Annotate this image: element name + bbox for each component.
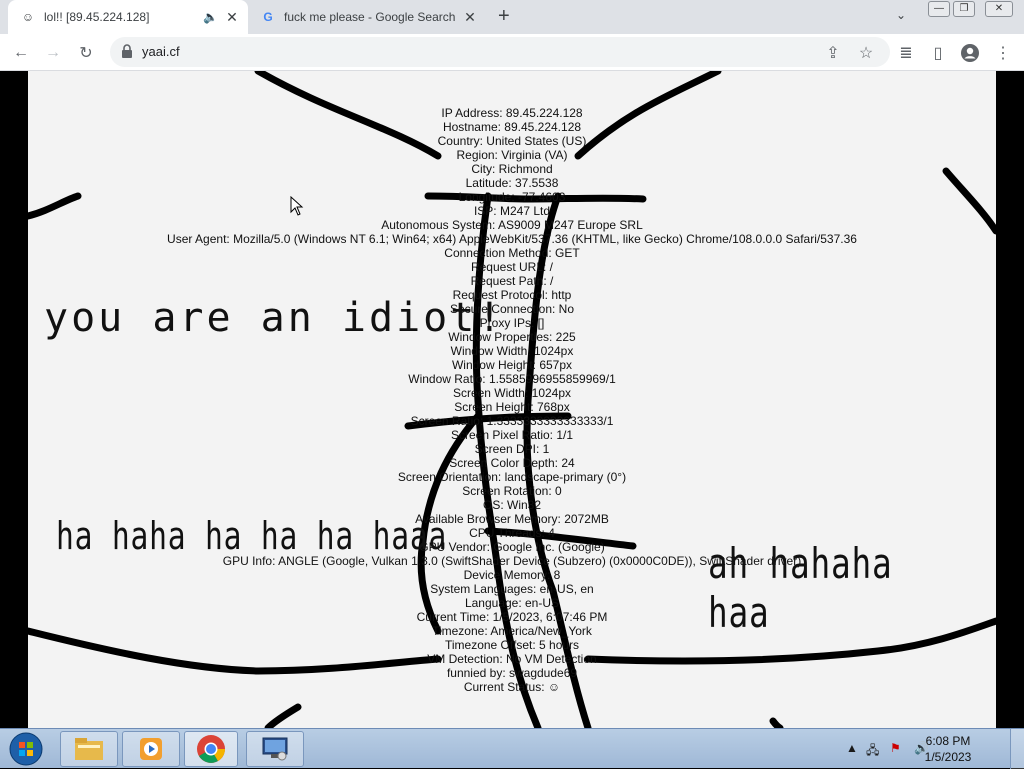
kebab-menu-icon[interactable]: ⋮ <box>990 40 1016 66</box>
tab-close-icon[interactable]: ✕ <box>462 9 478 25</box>
reload-icon[interactable]: ↻ <box>73 40 99 66</box>
profile-avatar-icon[interactable] <box>957 40 983 66</box>
close-window-button[interactable]: ✕ <box>985 1 1013 17</box>
info-line: Screen Orientation: landscape-primary (0… <box>397 470 627 484</box>
info-line: Screen Ratio: 1.3333333333333333/1 <box>410 414 614 428</box>
network-tray-icon[interactable]: 🖧 <box>866 741 879 762</box>
info-line: IP Address: 89.45.224.128 <box>441 106 583 120</box>
tab-search-chevron-icon[interactable]: ⌄ <box>896 8 906 22</box>
clock-date: 1/5/2023 <box>924 750 972 764</box>
show-desktop-button[interactable] <box>1010 729 1024 769</box>
action-center-flag-icon[interactable]: ⚑ <box>890 741 901 755</box>
google-icon: G <box>263 10 273 24</box>
info-line: City: Richmond <box>471 162 553 176</box>
tab-title: fuck me please - Google Search <box>284 10 456 24</box>
bookmark-star-icon[interactable]: ☆ <box>853 40 879 66</box>
network-app-icon[interactable] <box>246 731 304 767</box>
info-line: Current Status: ☺ <box>463 680 561 694</box>
address-bar[interactable]: yaai.cf <box>110 37 890 67</box>
info-line: GPU Vendor: Google Inc. (Google) <box>419 540 605 554</box>
info-line: Hostname: 89.45.224.128 <box>442 120 582 134</box>
tab-lol[interactable]: ☺ lol!! [89.45.224.128] 🔈 ✕ <box>8 0 248 34</box>
tab-google-search[interactable]: G fuck me please - Google Search ✕ <box>252 0 486 34</box>
info-line: VM Detection: No VM Detection <box>427 652 597 666</box>
info-line: Timezone Offset: 5 hours <box>444 638 580 652</box>
side-panel-icon[interactable]: ▯ <box>925 40 951 66</box>
info-line: Screen Height: 768px <box>454 400 570 414</box>
info-line: Request Protocol: http <box>452 288 572 302</box>
smiley-icon: ☺ <box>21 10 35 24</box>
info-line: Request URL: / <box>470 260 554 274</box>
info-line: Screen Rotation: 0 <box>462 484 562 498</box>
info-line: Connection Method: GET <box>444 246 580 260</box>
info-line: User Agent: Mozilla/5.0 (Windows NT 6.1;… <box>167 232 857 246</box>
system-clock[interactable]: 6:08 PM 1/5/2023 <box>922 733 974 765</box>
lock-icon[interactable] <box>121 44 133 58</box>
info-line: Request Path: / <box>470 274 554 288</box>
info-line: Screen Color Depth: 24 <box>449 456 575 470</box>
info-line: Window Properties: 225 <box>448 330 576 344</box>
info-line: funnied by: swagdude69 <box>446 666 578 680</box>
media-player-icon[interactable] <box>122 731 180 767</box>
info-line: Current Time: 1/5/2023, 6:07:46 PM <box>416 610 608 624</box>
forward-arrow-icon[interactable]: → <box>40 40 66 66</box>
info-line: Latitude: 37.5538 <box>465 176 559 190</box>
back-arrow-icon[interactable]: ← <box>8 40 34 66</box>
info-line: Timezone: America/New_York <box>432 624 592 638</box>
file-explorer-icon[interactable] <box>60 731 118 767</box>
clock-time: 6:08 PM <box>925 734 971 748</box>
show-hidden-icons-arrow-icon[interactable]: ▲ <box>846 741 858 755</box>
info-line: Proxy IPs: [] <box>479 316 545 330</box>
info-line: Window Width: 1024px <box>450 344 574 358</box>
start-orb-button[interactable] <box>4 731 48 767</box>
tab-strip: ☺ lol!! [89.45.224.128] 🔈 ✕ G fuck me pl… <box>0 0 1024 34</box>
web-page: you are an idiot! ha haha ha ha ha haaa … <box>0 71 1024 728</box>
chrome-icon[interactable] <box>184 731 238 767</box>
info-line: Device Memory: 8 <box>463 568 561 582</box>
new-tab-button[interactable]: + <box>498 5 510 28</box>
info-line: CPU Threads: 4 <box>469 526 555 540</box>
media-control-icon[interactable]: ≣ <box>893 40 919 66</box>
tab-close-icon[interactable]: ✕ <box>224 9 240 25</box>
url-text[interactable]: yaai.cf <box>142 44 180 59</box>
mouse-cursor-icon <box>290 196 304 216</box>
visitor-info-list: IP Address: 89.45.224.128 Hostname: 89.45… <box>0 106 1024 694</box>
info-line: Screen Pixel Ratio: 1/1 <box>450 428 574 442</box>
info-line: Secure Connection: No <box>449 302 575 316</box>
browser-toolbar: ← → ↻ yaai.cf ⇪ ☆ ≣ ▯ ⋮ <box>0 34 1024 71</box>
info-line: Window Height: 657px <box>451 358 573 372</box>
info-line: Country: United States (US) <box>437 134 587 148</box>
info-line: Autonomous System: AS9009 M247 Europe SR… <box>381 218 643 232</box>
info-line: System Languages: en-US, en <box>430 582 594 596</box>
info-line: Screen Width: 1024px <box>452 386 572 400</box>
share-icon[interactable]: ⇪ <box>820 40 846 66</box>
info-line: Available Browser Memory: 2072MB <box>415 512 609 526</box>
info-line: Screen DPI: 1 <box>474 442 550 456</box>
maximize-button[interactable]: ❐ <box>953 1 975 17</box>
windows-taskbar: ▲ 🖧 ⚑ 🔊 6:08 PM 1/5/2023 <box>0 728 1024 769</box>
info-line: Longitude: -77.4603 <box>458 190 566 204</box>
info-line: GPU Info: ANGLE (Google, Vulkan 1.3.0 (S… <box>222 554 802 568</box>
info-line: Window Ratio: 1.5585996955859969/1 <box>408 372 616 386</box>
tab-title: lol!! [89.45.224.128] <box>44 10 150 24</box>
info-line: Region: Virginia (VA) <box>456 148 568 162</box>
info-line: OS: Win32 <box>482 498 542 512</box>
speaker-icon[interactable]: 🔈 <box>203 10 218 24</box>
info-line: ISP: M247 Ltd <box>473 204 551 218</box>
minimize-button[interactable]: — <box>928 1 950 17</box>
info-line: Language: en-US <box>464 596 560 610</box>
